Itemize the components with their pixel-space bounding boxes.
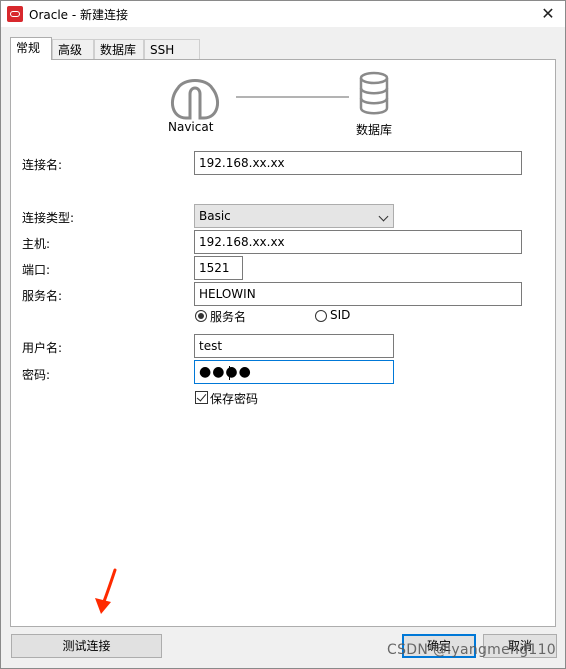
connection-type-label: 连接类型:: [22, 211, 75, 225]
text-caret: [229, 366, 230, 380]
tab-ssh[interactable]: SSH: [144, 39, 200, 59]
tab-advanced[interactable]: 高级: [52, 39, 94, 59]
database-label: 数据库: [356, 123, 393, 137]
connection-type-value: Basic: [199, 209, 231, 223]
navicat-label: Navicat: [168, 120, 214, 134]
dialog-window: Oracle - 新建连接 ✕ 高级 数据库 SSH 常规 Navicat 数据…: [0, 0, 566, 669]
connection-name-input[interactable]: 192.168.xx.xx: [194, 151, 522, 175]
oracle-icon: [7, 6, 23, 22]
password-input[interactable]: ●●●●: [194, 360, 394, 384]
username-label: 用户名:: [22, 341, 63, 355]
general-panel: Navicat 数据库 连接名: 192.168.xx.xx 连接类型: Bas…: [10, 59, 556, 627]
connection-diagram: [170, 71, 389, 120]
radio-sid-label: SID: [330, 308, 351, 322]
radio-service-name[interactable]: [195, 310, 207, 322]
annotation-arrow-icon: [95, 568, 117, 614]
chevron-down-icon: [378, 211, 389, 222]
host-input[interactable]: 192.168.xx.xx: [194, 230, 522, 254]
save-password-checkbox[interactable]: [195, 391, 208, 404]
connection-name-label: 连接名:: [22, 158, 63, 172]
connection-type-select[interactable]: Basic: [194, 204, 394, 228]
title-bar: Oracle - 新建连接 ✕: [1, 1, 565, 27]
close-icon[interactable]: ✕: [531, 1, 565, 27]
host-label: 主机:: [22, 237, 51, 251]
password-value: ●●●●: [199, 364, 252, 380]
database-icon: [359, 71, 389, 115]
password-label: 密码:: [22, 368, 51, 382]
tab-general[interactable]: 常规: [10, 37, 52, 60]
service-name-input[interactable]: HELOWIN: [194, 282, 522, 306]
username-input[interactable]: test: [194, 334, 394, 358]
save-password-label: 保存密码: [210, 392, 259, 406]
navicat-icon: [170, 79, 220, 120]
window-title: Oracle - 新建连接: [29, 8, 129, 22]
port-input[interactable]: 1521: [194, 256, 243, 280]
service-name-label: 服务名:: [22, 289, 63, 303]
watermark: CSDN @lyangmeng110: [387, 642, 557, 658]
port-label: 端口:: [22, 263, 51, 277]
radio-service-name-label: 服务名: [210, 310, 247, 324]
radio-sid[interactable]: [315, 310, 327, 322]
tab-database[interactable]: 数据库: [94, 39, 144, 59]
test-connection-button[interactable]: 测试连接: [11, 634, 162, 658]
